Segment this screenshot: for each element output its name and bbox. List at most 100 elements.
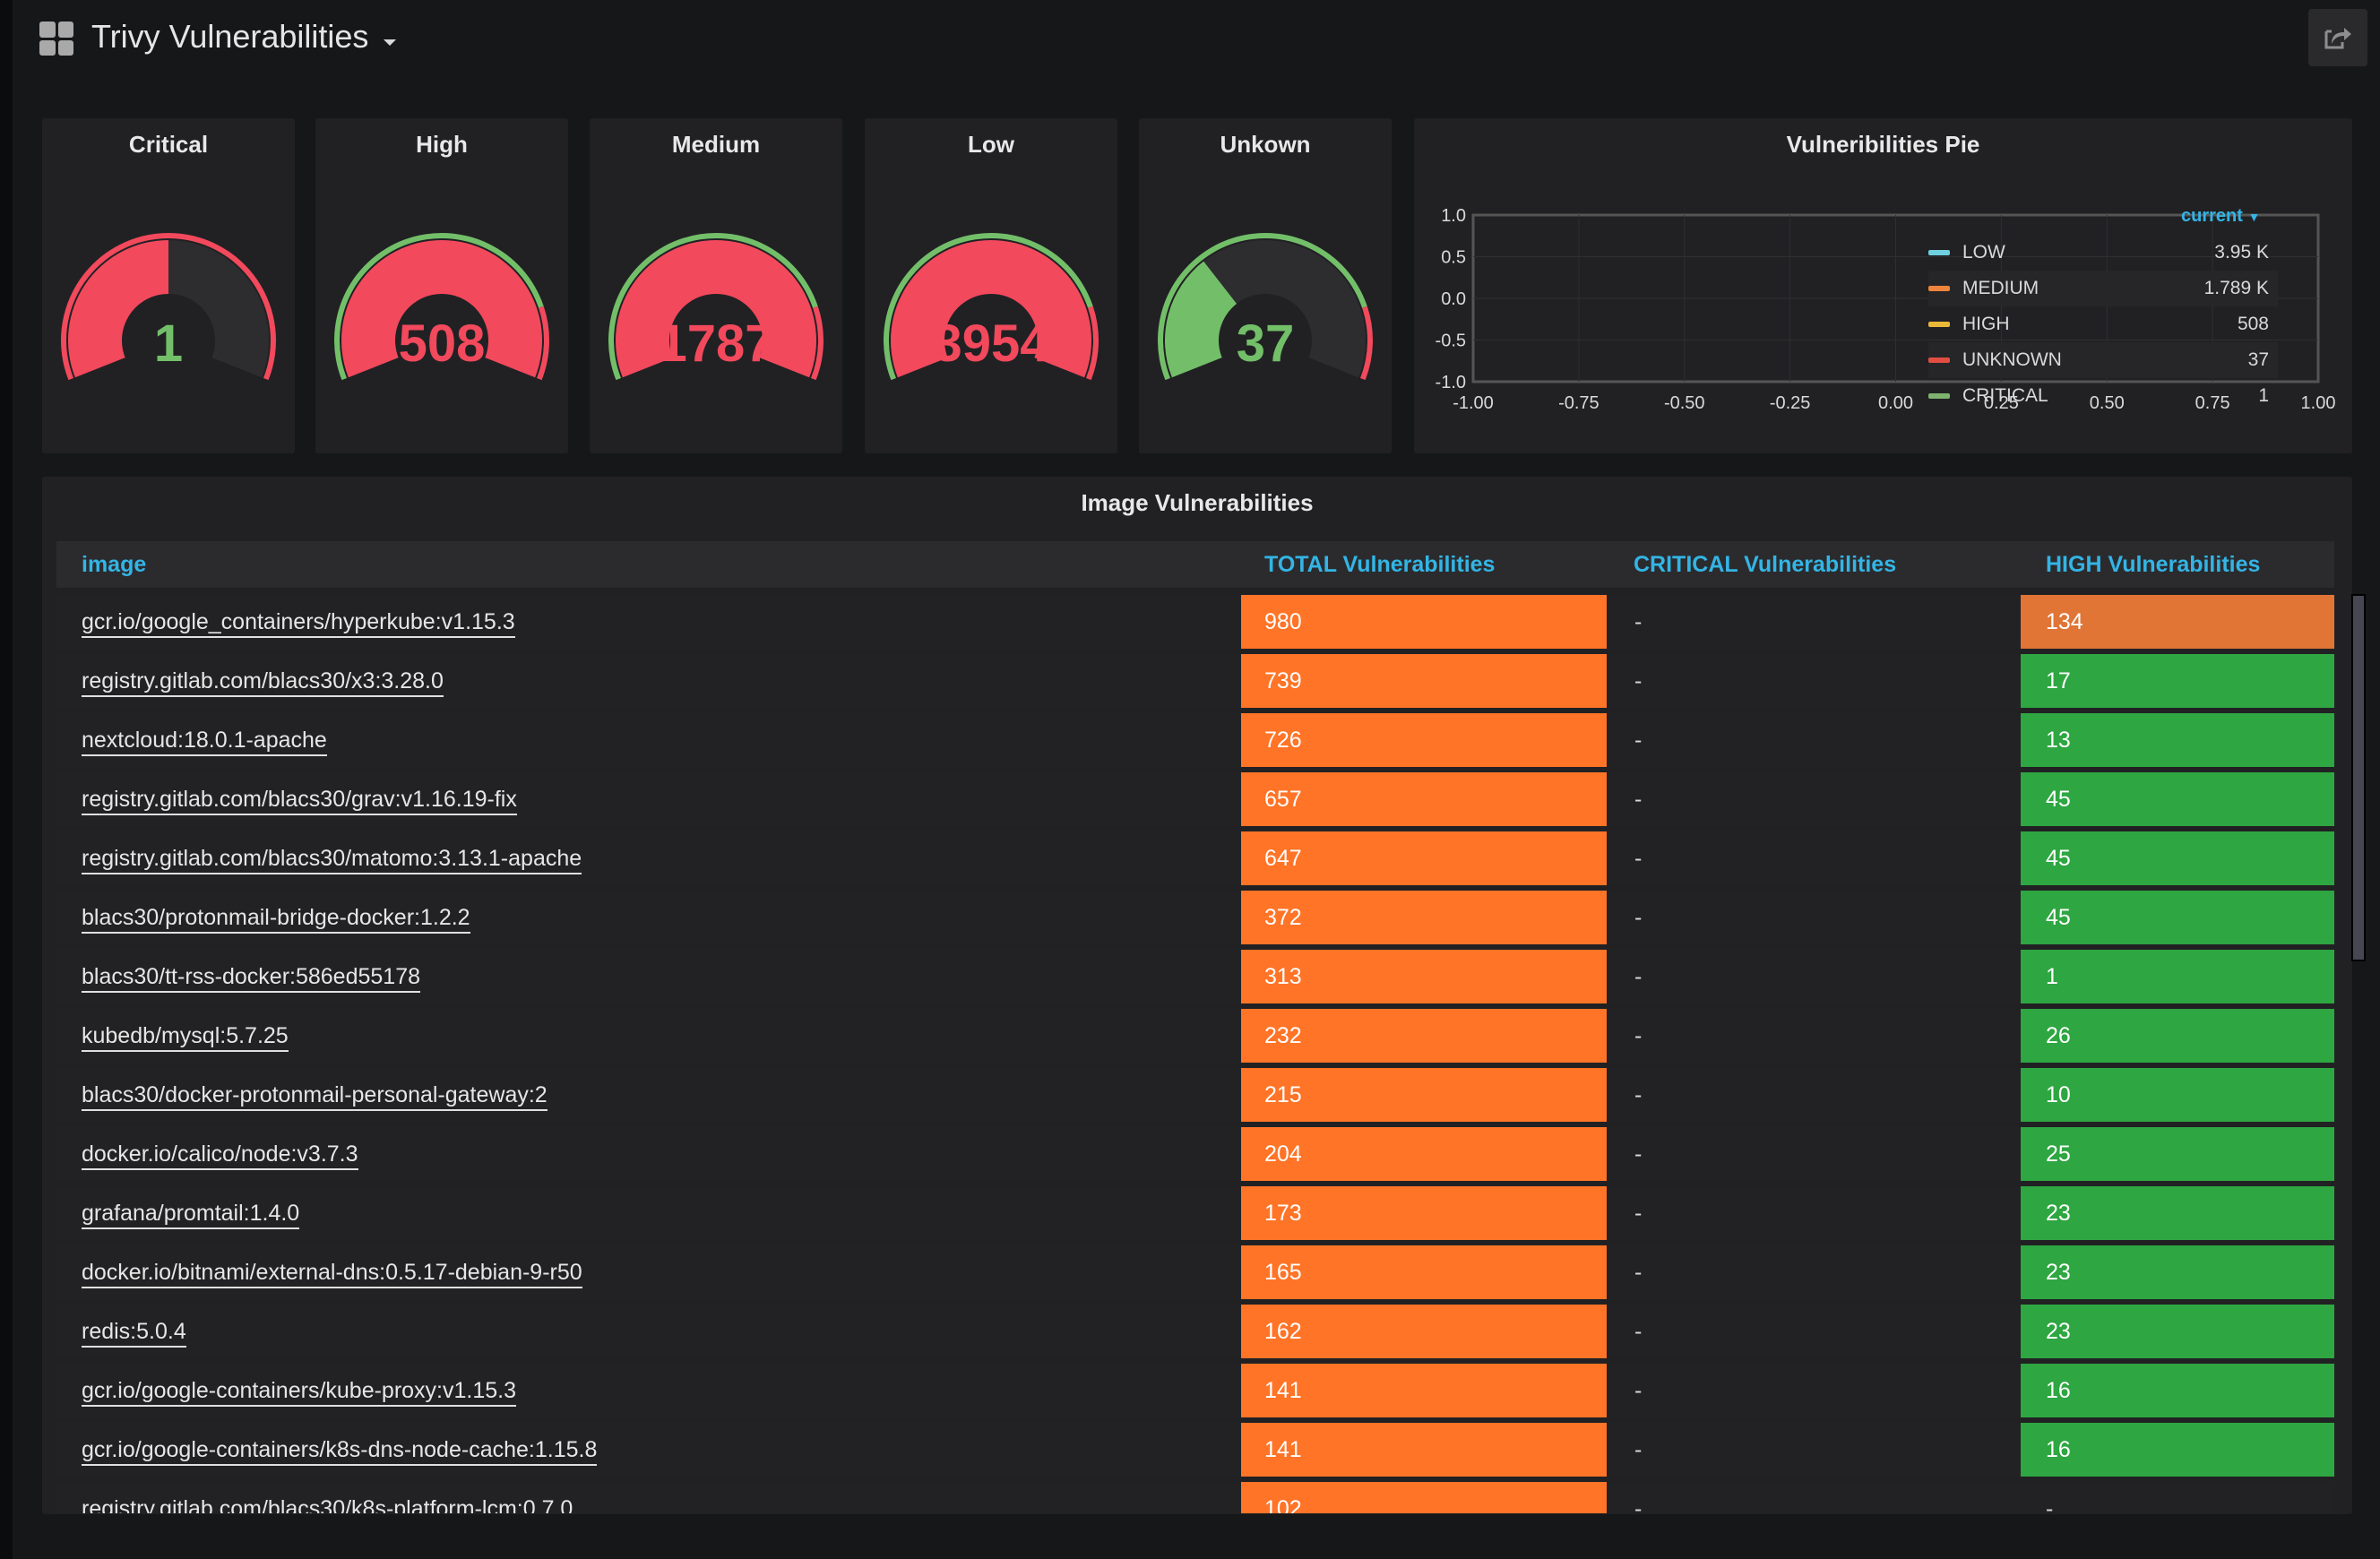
y-tick-label: 0.5 — [1441, 248, 1466, 268]
cell-high: 134 — [2021, 595, 2334, 649]
legend-swatch — [1928, 393, 1950, 399]
cell-image: docker.io/calico/node:v3.7.3 — [82, 1127, 358, 1181]
column-header-image[interactable]: image — [82, 541, 146, 588]
image-link[interactable]: nextcloud:18.0.1-apache — [82, 728, 327, 756]
share-button[interactable] — [2308, 9, 2367, 66]
cell-total: 726 — [1241, 713, 1607, 767]
x-tick-label: -0.25 — [1770, 393, 1811, 413]
table-row: nextcloud:18.0.1-apache 726 - 13 — [56, 713, 2334, 767]
gauge-value: 37 — [1236, 314, 1295, 373]
legend-name: UNKNOWN — [1962, 349, 2062, 370]
gauge-panel-unkown: Unkown 37 — [1139, 118, 1392, 453]
cell-total: 372 — [1241, 891, 1607, 944]
gauge-title: Medium — [671, 131, 761, 158]
legend-item[interactable]: HIGH 508 — [1928, 306, 2278, 342]
cell-total: 647 — [1241, 831, 1607, 885]
cell-high: 23 — [2021, 1186, 2334, 1240]
chevron-down-icon[interactable] — [384, 39, 396, 46]
legend-swatch — [1928, 322, 1950, 327]
cell-total: 232 — [1241, 1009, 1607, 1063]
image-link[interactable]: redis:5.0.4 — [82, 1319, 186, 1348]
column-header-critical[interactable]: CRITICAL Vulnerabilities — [1634, 541, 1896, 588]
cell-total: 980 — [1241, 595, 1607, 649]
table-scrollbar[interactable] — [2351, 594, 2366, 961]
cell-image: registry.gitlab.com/blacs30/grav:v1.16.1… — [82, 772, 517, 826]
legend-item[interactable]: UNKNOWN 37 — [1928, 342, 2278, 378]
legend-item[interactable]: LOW 3.95 K — [1928, 235, 2278, 271]
legend-name: HIGH — [1962, 314, 2010, 334]
gauge-title: Critical — [128, 131, 209, 158]
legend-swatch — [1928, 357, 1950, 363]
image-link[interactable]: registry.gitlab.com/blacs30/grav:v1.16.1… — [82, 787, 517, 815]
legend-sort-current[interactable]: current ▼ — [2181, 206, 2260, 227]
image-link[interactable]: gcr.io/google_containers/hyperkube:v1.15… — [82, 609, 515, 638]
cell-image: registry.gitlab.com/blacs30/k8s-platform… — [82, 1482, 573, 1513]
image-link[interactable]: blacs30/protonmail-bridge-docker:1.2.2 — [82, 905, 470, 934]
image-link[interactable]: grafana/promtail:1.4.0 — [82, 1201, 300, 1229]
image-link[interactable]: gcr.io/google-containers/k8s-dns-node-ca… — [82, 1437, 598, 1466]
cell-critical: - — [1634, 1437, 1643, 1462]
image-link[interactable]: gcr.io/google-containers/kube-proxy:v1.1… — [82, 1378, 517, 1407]
table-row: blacs30/docker-protonmail-personal-gatew… — [56, 1068, 2334, 1122]
legend-item[interactable]: CRITICAL 1 — [1928, 378, 2278, 414]
gauge-title: High — [416, 131, 468, 158]
caret-down-icon: ▼ — [2247, 210, 2261, 224]
cell-image: blacs30/protonmail-bridge-docker:1.2.2 — [82, 891, 470, 944]
table-row: redis:5.0.4 162 - 23 — [56, 1305, 2334, 1358]
cell-high: 17 — [2021, 654, 2334, 708]
cell-total: 215 — [1241, 1068, 1607, 1122]
legend-value: 3.95 K — [2214, 242, 2269, 263]
dashboard-title[interactable]: Trivy Vulnerabilities — [91, 18, 368, 56]
legend-value: 37 — [2247, 349, 2269, 370]
cell-image: blacs30/docker-protonmail-personal-gatew… — [82, 1068, 548, 1122]
gauge-value: 508 — [398, 314, 486, 373]
cell-image: registry.gitlab.com/blacs30/x3:3.28.0 — [82, 654, 444, 708]
dashboard-grid-icon[interactable] — [39, 22, 73, 56]
image-link[interactable]: blacs30/tt-rss-docker:586ed55178 — [82, 964, 421, 993]
image-link[interactable]: kubedb/mysql:5.7.25 — [82, 1023, 289, 1052]
cell-total: 204 — [1241, 1127, 1607, 1181]
cell-high: 1 — [2021, 950, 2334, 1003]
y-tick-label: -1.0 — [1436, 373, 1466, 392]
image-link[interactable]: registry.gitlab.com/blacs30/k8s-platform… — [82, 1496, 573, 1513]
cell-image: redis:5.0.4 — [82, 1305, 186, 1358]
image-link[interactable]: registry.gitlab.com/blacs30/x3:3.28.0 — [82, 668, 444, 697]
cell-image: gcr.io/google-containers/k8s-dns-node-ca… — [82, 1423, 598, 1477]
cell-high: 45 — [2021, 831, 2334, 885]
dashboard-header: Trivy Vulnerabilities — [13, 0, 2380, 81]
legend-name: LOW — [1962, 242, 2005, 263]
cell-total: 141 — [1241, 1364, 1607, 1417]
cell-high: 13 — [2021, 713, 2334, 767]
image-link[interactable]: registry.gitlab.com/blacs30/matomo:3.13.… — [82, 846, 582, 874]
legend-name: MEDIUM — [1962, 278, 2039, 298]
table-row: gcr.io/google_containers/hyperkube:v1.15… — [56, 595, 2334, 649]
cell-critical: - — [1634, 728, 1643, 753]
gauge-title: Unkown — [1220, 131, 1311, 158]
image-link[interactable]: docker.io/bitnami/external-dns:0.5.17-de… — [82, 1260, 582, 1288]
legend-swatch — [1928, 250, 1950, 255]
cell-high: 25 — [2021, 1127, 2334, 1181]
gauge-value: 1 — [153, 314, 184, 373]
table-row: registry.gitlab.com/blacs30/k8s-platform… — [56, 1482, 2334, 1513]
gauge-panel-medium: Medium 1787 — [590, 118, 842, 453]
table-row: registry.gitlab.com/blacs30/x3:3.28.0 739… — [56, 654, 2334, 708]
image-link[interactable]: blacs30/docker-protonmail-personal-gatew… — [82, 1082, 548, 1111]
cell-image: kubedb/mysql:5.7.25 — [82, 1009, 289, 1063]
legend-swatch — [1928, 286, 1950, 291]
column-header-total[interactable]: TOTAL Vulnerabilities — [1264, 541, 1495, 588]
x-tick-label: -0.50 — [1664, 393, 1705, 413]
gauge-arc — [1158, 232, 1373, 381]
cell-high: 26 — [2021, 1009, 2334, 1063]
cell-total: 313 — [1241, 950, 1607, 1003]
image-link[interactable]: docker.io/calico/node:v3.7.3 — [82, 1141, 358, 1170]
cell-critical: - — [1634, 846, 1643, 871]
column-header-high[interactable]: HIGH Vulnerabilities — [2046, 541, 2260, 588]
x-tick-label: 0.00 — [1878, 393, 1913, 413]
cell-critical: - — [1634, 787, 1643, 812]
y-tick-label: 1.0 — [1441, 206, 1466, 226]
legend-item[interactable]: MEDIUM 1.789 K — [1928, 271, 2278, 306]
cell-total: 141 — [1241, 1423, 1607, 1477]
gauge-panel-high: High 508 — [315, 118, 568, 453]
table-header: image TOTAL Vulnerabilities CRITICAL Vul… — [56, 541, 2334, 588]
x-tick-label: -0.75 — [1558, 393, 1600, 413]
